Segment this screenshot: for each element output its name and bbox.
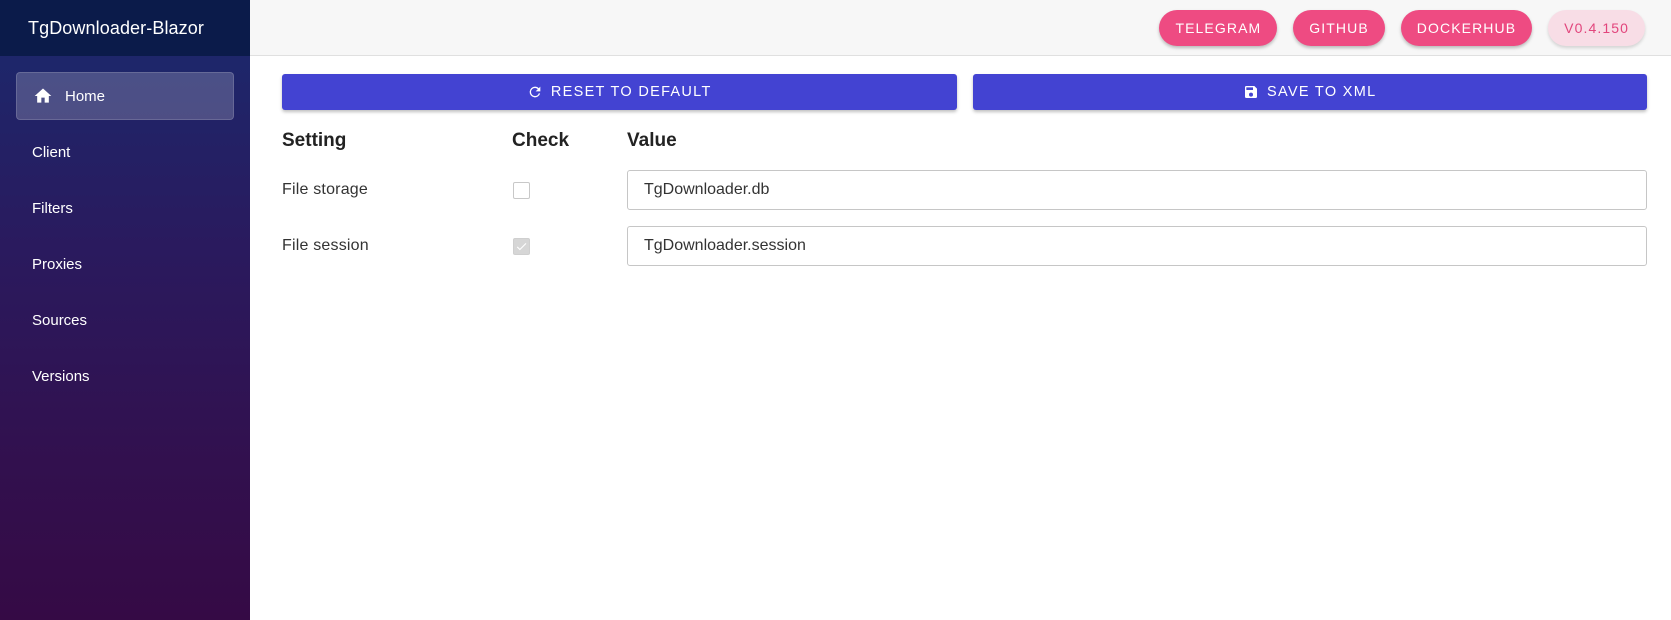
file-session-checkbox[interactable]: [513, 237, 530, 255]
sidebar: TgDownloader-Blazor Home Client Filters …: [0, 0, 250, 620]
file-storage-input[interactable]: [627, 170, 1647, 210]
setting-name: File storage: [282, 181, 368, 198]
home-icon: [33, 86, 53, 106]
file-storage-checkbox[interactable]: [513, 181, 530, 199]
save-to-xml-button[interactable]: SAVE TO XML: [972, 74, 1647, 110]
sidebar-item-label: Versions: [32, 367, 90, 385]
save-button-label: SAVE TO XML: [1267, 84, 1377, 100]
table-header: Setting Check Value: [282, 128, 1647, 154]
sidebar-item-versions[interactable]: Versions: [16, 352, 234, 400]
dockerhub-link-button[interactable]: DOCKERHUB: [1400, 9, 1533, 46]
column-header-check: Check: [512, 130, 570, 151]
telegram-link-button[interactable]: TELEGRAM: [1159, 9, 1278, 46]
sidebar-item-proxies[interactable]: Proxies: [16, 240, 234, 288]
reset-to-default-button[interactable]: RESET TO DEFAULT: [282, 74, 957, 110]
refresh-icon: [529, 86, 541, 98]
value-cell: [627, 226, 1647, 266]
settings-table: Setting Check Value File storage File se…: [282, 128, 1647, 274]
top-app-bar: TELEGRAM GITHUB DOCKERHUB V0.4.150: [250, 0, 1671, 56]
app-title: TgDownloader-Blazor: [0, 0, 250, 56]
reset-button-label: RESET TO DEFAULT: [550, 84, 712, 100]
save-icon: [1245, 86, 1258, 98]
table-row: File session: [282, 218, 1647, 274]
action-bar: RESET TO DEFAULT SAVE TO XML: [282, 74, 1647, 110]
sidebar-nav: Home Client Filters Proxies Sources Vers…: [0, 56, 250, 400]
value-cell: [627, 170, 1647, 210]
sidebar-item-label: Sources: [32, 311, 88, 329]
setting-name: File session: [282, 237, 369, 254]
check-cell: [512, 181, 627, 199]
version-badge[interactable]: V0.4.150: [1548, 9, 1645, 46]
column-header-value: Value: [627, 130, 677, 151]
sidebar-item-home[interactable]: Home: [16, 72, 234, 120]
checkmark-icon: [516, 242, 527, 250]
column-header-setting: Setting: [282, 130, 347, 151]
sidebar-item-client[interactable]: Client: [16, 128, 234, 176]
sidebar-item-sources[interactable]: Sources: [16, 296, 234, 344]
sidebar-item-label: Proxies: [32, 255, 83, 273]
file-session-input[interactable]: [627, 226, 1647, 266]
sidebar-item-label: Filters: [32, 199, 73, 217]
sidebar-item-label: Home: [65, 87, 106, 105]
main-content: RESET TO DEFAULT SAVE TO XML Setting Che…: [282, 74, 1647, 274]
check-cell: [512, 237, 627, 255]
table-row: File storage: [282, 162, 1647, 218]
sidebar-item-label: Client: [32, 143, 71, 161]
sidebar-item-filters[interactable]: Filters: [16, 184, 234, 232]
github-link-button[interactable]: GITHUB: [1293, 9, 1385, 46]
